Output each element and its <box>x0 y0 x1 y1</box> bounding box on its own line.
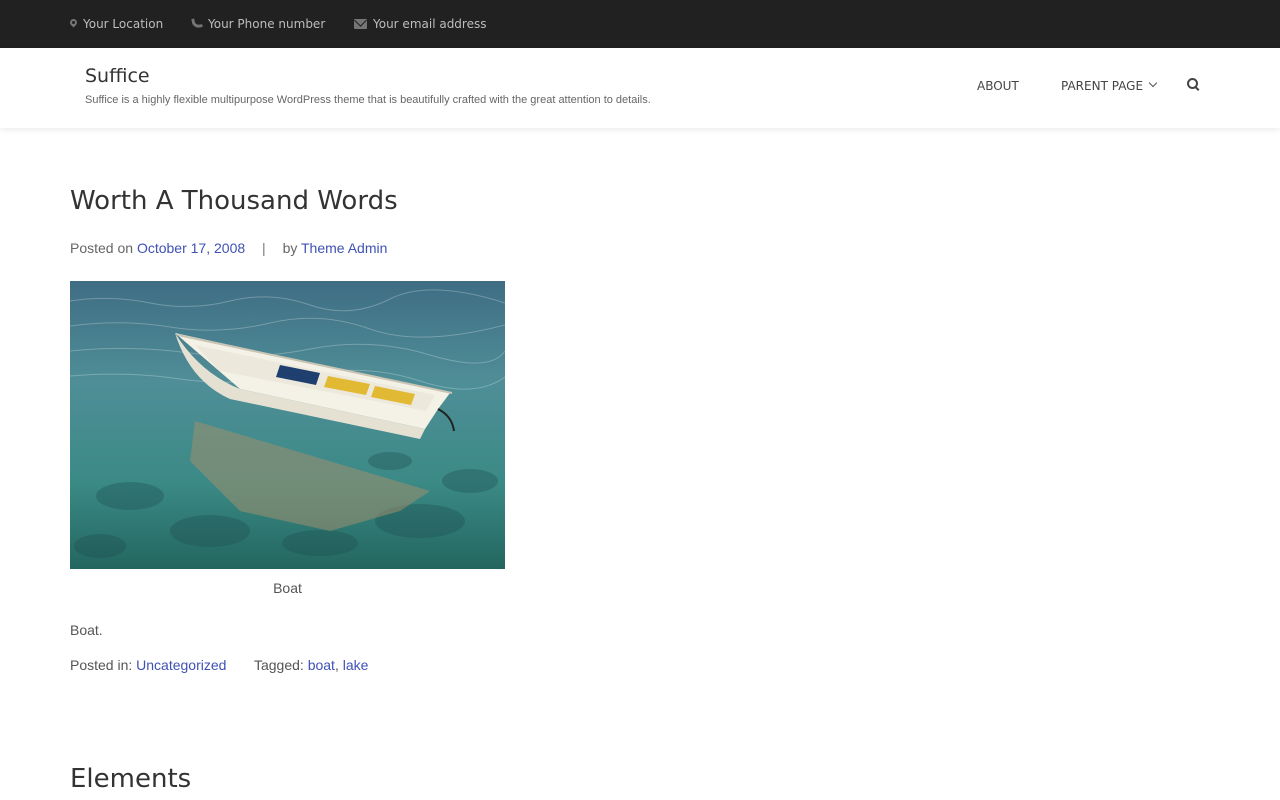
envelope-icon <box>354 19 367 29</box>
site-description: Suffice is a highly flexible multipurpos… <box>85 94 651 106</box>
author-link[interactable]: Theme Admin <box>301 240 387 256</box>
phone-text: Your Phone number <box>208 17 326 31</box>
location-text: Your Location <box>83 17 164 31</box>
map-marker-icon <box>70 19 77 29</box>
featured-image <box>70 281 505 569</box>
chevron-down-icon[interactable] <box>1148 78 1158 88</box>
tag-link-lake[interactable]: lake <box>343 657 369 673</box>
post-body: Boat. <box>70 622 103 638</box>
site-header: Suffice Suffice is a highly flexible mul… <box>0 48 1280 128</box>
image-caption: Boat <box>273 580 302 596</box>
post-date-link[interactable]: October 17, 2008 <box>137 240 245 256</box>
tagged-label: Tagged: <box>253 657 304 673</box>
tag-link-boat[interactable]: boat <box>308 657 335 673</box>
post-meta: Posted on October 17, 2008 | by Theme Ad… <box>70 240 387 256</box>
boat-photo <box>70 281 505 569</box>
posted-in-label: Posted in: <box>70 657 133 673</box>
next-post-title[interactable]: Elements <box>70 764 191 794</box>
post-footer-meta: Posted in: Uncategorized Tagged: boat, l… <box>70 657 368 673</box>
by-label: by <box>282 240 298 256</box>
email-info: Your email address <box>354 0 486 48</box>
location-info: Your Location <box>70 0 163 48</box>
nav-item-about[interactable]: ABOUT <box>977 79 1019 93</box>
site-title[interactable]: Suffice <box>85 65 150 87</box>
posted-on-label: Posted on <box>70 240 134 256</box>
phone-icon <box>191 17 203 29</box>
category-link[interactable]: Uncategorized <box>136 657 226 673</box>
meta-separator: | <box>262 240 266 256</box>
top-bar: Your Location Your Phone number Your ema… <box>0 0 1280 48</box>
search-icon[interactable] <box>1187 78 1200 91</box>
email-text: Your email address <box>373 17 487 31</box>
post-title: Worth A Thousand Words <box>70 186 398 216</box>
phone-info: Your Phone number <box>191 0 326 48</box>
nav-item-parent-page[interactable]: PARENT PAGE <box>1061 79 1143 93</box>
tag-separator: , <box>334 657 339 673</box>
